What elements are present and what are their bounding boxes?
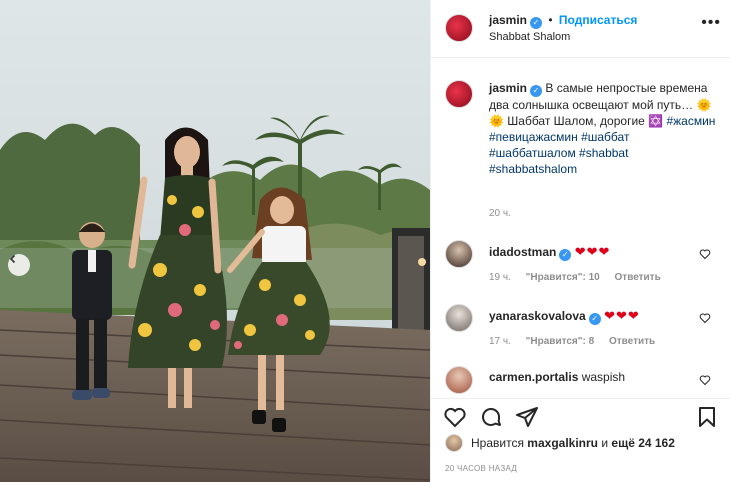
comment-item: carmen.portalis waspish — [431, 366, 730, 398]
follow-separator: • — [548, 13, 553, 27]
bookmark-icon[interactable] — [695, 405, 719, 429]
commenter-avatar[interactable] — [445, 366, 473, 394]
caption-time: 20 ч. — [489, 208, 511, 219]
post-dialog: jasmin ✓ • Подписаться Shabbat Shalom •••… — [0, 0, 730, 482]
post-actions — [431, 398, 730, 434]
follow-button[interactable]: Подписаться — [559, 13, 637, 27]
comment-time: 19 ч. — [489, 272, 511, 283]
likes-user[interactable]: maxgalkinru — [527, 436, 598, 450]
more-options-button[interactable]: ••• — [701, 14, 721, 32]
author-username[interactable]: jasmin — [489, 13, 527, 27]
verified-badge-icon: ✓ — [530, 17, 543, 29]
likes-summary[interactable]: Нравится maxgalkinru и ещё 24 162 — [445, 434, 675, 452]
verified-badge-icon: ✓ — [559, 249, 572, 261]
heart-icon[interactable] — [699, 374, 711, 386]
comment-likes[interactable]: "Нравится": 10 — [526, 272, 600, 283]
comment-text: ❤❤❤ — [574, 244, 611, 259]
comment-time: 17 ч. — [489, 336, 511, 347]
author-row: jasmin ✓ • Подписаться — [489, 13, 637, 29]
reply-button[interactable]: Ответить — [615, 272, 661, 283]
likes-count[interactable]: ещё 24 162 — [611, 436, 675, 450]
comment-body: carmen.portalis waspish — [489, 370, 625, 384]
caption-avatar[interactable] — [445, 80, 473, 108]
commenter-username[interactable]: idadostman — [489, 245, 556, 259]
chevron-left-icon — [9, 254, 16, 264]
comment-likes[interactable]: "Нравится": 8 — [526, 336, 595, 347]
post-side-panel: jasmin ✓ • Подписаться Shabbat Shalom •••… — [430, 0, 730, 482]
post-header: jasmin ✓ • Подписаться Shabbat Shalom ••• — [431, 0, 730, 58]
comment-text: ❤❤❤ — [604, 308, 640, 323]
heart-icon[interactable] — [699, 248, 711, 260]
post-timestamp: 20 ЧАСОВ НАЗАД — [445, 464, 518, 473]
reply-button[interactable]: Ответить — [609, 336, 655, 347]
author-avatar[interactable] — [445, 14, 473, 42]
liker-avatar — [445, 434, 463, 452]
photo-illustration — [0, 0, 430, 482]
heart-icon[interactable] — [699, 312, 711, 324]
comment-item: idadostman ✓ ❤❤❤ 19 ч. "Нравится": 10 Отв… — [431, 240, 730, 294]
comment-item: yanaraskovalova ✓ ❤❤❤ 17 ч. "Нравится": 8… — [431, 304, 730, 358]
paper-plane-icon[interactable] — [515, 405, 539, 429]
commenter-username[interactable]: yanaraskovalova — [489, 309, 586, 323]
prev-photo-button[interactable] — [8, 254, 30, 276]
verified-badge-icon: ✓ — [530, 85, 543, 97]
comment-text: waspish — [581, 370, 626, 384]
comment-meta: 17 ч. "Нравится": 8 Ответить — [489, 336, 667, 347]
likes-prefix: Нравится — [471, 436, 524, 450]
comment-body: idadostman ✓ ❤❤❤ — [489, 244, 610, 261]
verified-badge-icon: ✓ — [588, 313, 601, 325]
comment-meta: 19 ч. "Нравится": 10 Ответить — [489, 272, 673, 283]
commenter-avatar[interactable] — [445, 304, 473, 332]
commenter-avatar[interactable] — [445, 240, 473, 268]
caption-text-block: jasmin ✓ В самые непростые времена два со… — [489, 80, 719, 177]
comment-icon[interactable] — [479, 405, 503, 429]
post-location[interactable]: Shabbat Shalom — [489, 31, 570, 43]
comment-body: yanaraskovalova ✓ ❤❤❤ — [489, 308, 640, 325]
likes-and: и — [601, 436, 609, 450]
post-photo[interactable] — [0, 0, 430, 482]
commenter-username[interactable]: carmen.portalis — [489, 370, 578, 384]
heart-icon[interactable] — [443, 405, 467, 429]
caption-username[interactable]: jasmin — [489, 81, 527, 95]
